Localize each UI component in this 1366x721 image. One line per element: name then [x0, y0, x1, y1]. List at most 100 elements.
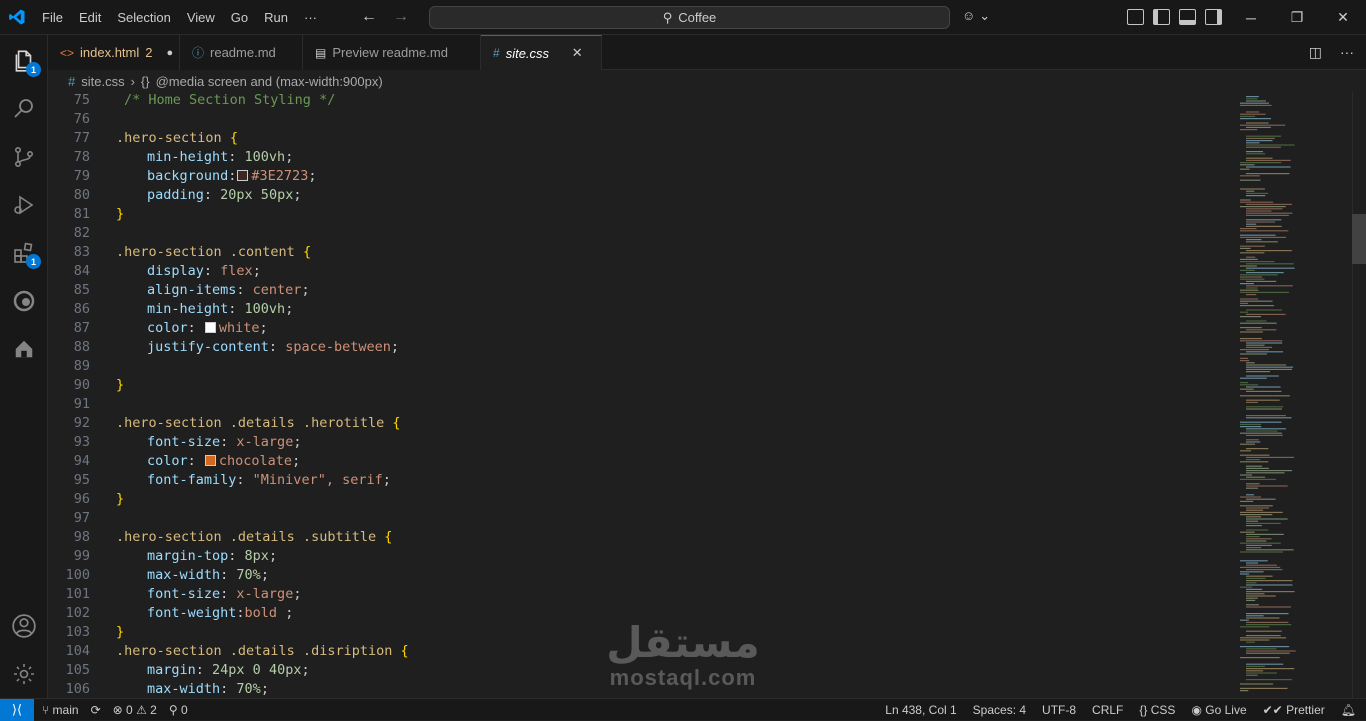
code-line[interactable]: 85 align-items: center;	[48, 281, 1232, 300]
code-line[interactable]: 87 color: white;	[48, 319, 1232, 338]
code-editor[interactable]: 75 /* Home Section Styling */ 76 77 .hero-se…	[48, 92, 1232, 698]
scrollbar-thumb[interactable]	[1352, 214, 1366, 264]
customize-layout-icon[interactable]	[1127, 9, 1144, 25]
code-line[interactable]: 100 max-width: 70%;	[48, 566, 1232, 585]
code-line[interactable]: 96}	[48, 490, 1232, 509]
copilot-menu[interactable]: ☺ ⌄	[962, 8, 990, 24]
toggle-panel-icon[interactable]	[1179, 9, 1196, 25]
minimap[interactable]	[1232, 92, 1352, 698]
forward-arrow-icon[interactable]: →	[391, 8, 411, 26]
css-property: color	[147, 453, 188, 469]
minimap-line	[1246, 351, 1284, 353]
code-line[interactable]: 94 color: chocolate;	[48, 452, 1232, 471]
menu-item-4[interactable]: Go	[223, 0, 256, 35]
menu-item-5[interactable]: Run	[256, 0, 296, 35]
menu-item-1[interactable]: Edit	[71, 0, 109, 35]
braces-icon: {}	[1139, 703, 1148, 717]
code-line[interactable]: 84 display: flex;	[48, 262, 1232, 281]
code-line[interactable]: 97	[48, 509, 1232, 528]
split-editor-icon[interactable]: ◫	[1309, 44, 1322, 61]
css-property: min-height	[147, 149, 229, 165]
menu-item-3[interactable]: View	[179, 0, 223, 35]
run-debug-icon[interactable]	[0, 181, 48, 229]
search-view-icon[interactable]	[0, 85, 48, 133]
code-line[interactable]: 86 min-height: 100vh;	[48, 300, 1232, 319]
tab-readme-md[interactable]: ⓘ readme.md	[180, 35, 303, 70]
source-control-icon[interactable]	[0, 133, 48, 181]
close-tab-icon[interactable]: ✕	[572, 45, 583, 61]
tab-preview-readme[interactable]: ▤ Preview readme.md	[303, 35, 481, 70]
nav-arrows: ← →	[359, 8, 411, 26]
unsaved-dot-icon[interactable]: ●	[167, 47, 174, 59]
go-live-button[interactable]: ◉ Go Live	[1191, 703, 1246, 717]
color-swatch-icon[interactable]	[204, 322, 216, 333]
minimize-icon[interactable]: ─	[1228, 0, 1274, 35]
edge-devtools-icon[interactable]	[0, 277, 48, 325]
code-line[interactable]: 75 /* Home Section Styling */	[48, 92, 1232, 110]
remote-indicator-icon[interactable]: ⟩⟨	[0, 698, 34, 721]
code-line[interactable]: 80 padding: 20px 50px;	[48, 186, 1232, 205]
toggle-secondary-sidebar-icon[interactable]	[1205, 9, 1222, 25]
code-line[interactable]: 92 .hero-section .details .herotitle {	[48, 414, 1232, 433]
minimap-line	[1246, 593, 1265, 595]
menu-item-0[interactable]: File	[34, 0, 71, 35]
language-mode[interactable]: {} CSS	[1139, 703, 1175, 717]
command-center-search[interactable]: ⚲ Coffee	[429, 6, 950, 29]
vertical-scrollbar[interactable]	[1352, 92, 1366, 698]
tab-site-css[interactable]: # site.css ✕	[481, 35, 602, 70]
code-line[interactable]: 95 font-family: "Miniver", serif;	[48, 471, 1232, 490]
prettier-status[interactable]: ✔✔ Prettier	[1263, 703, 1325, 717]
code-line[interactable]: 101 font-size: x-large;	[48, 585, 1232, 604]
code-line[interactable]: 90}	[48, 376, 1232, 395]
code-line[interactable]: 98 .hero-section .details .subtitle {	[48, 528, 1232, 547]
minimap-line	[1240, 432, 1283, 434]
line-ending[interactable]: CRLF	[1092, 703, 1123, 717]
settings-gear-icon[interactable]	[0, 650, 48, 698]
cursor-position[interactable]: Ln 438, Col 1	[885, 703, 956, 717]
menu-item-2[interactable]: Selection	[109, 0, 178, 35]
breadcrumb-symbol[interactable]: @media screen and (max-width:900px)	[156, 74, 383, 89]
color-swatch-icon[interactable]	[204, 455, 216, 466]
notifications-bell-icon[interactable]: 🔔︎	[1341, 703, 1356, 717]
remote-explorer-icon[interactable]	[0, 325, 48, 373]
sync-icon[interactable]: ⟳	[91, 703, 101, 717]
semicolon: ;	[293, 434, 302, 450]
code-line[interactable]: 93 font-size: x-large;	[48, 433, 1232, 452]
back-arrow-icon[interactable]: ←	[359, 8, 379, 26]
minimap-line	[1240, 542, 1281, 544]
menu-item-6[interactable]: ···	[296, 0, 325, 35]
code-line[interactable]: 82	[48, 224, 1232, 243]
ports-status[interactable]: ⚲ 0	[169, 703, 188, 717]
toggle-sidebar-icon[interactable]	[1153, 9, 1170, 25]
tab-index-html[interactable]: <> index.html 2 ●	[48, 35, 180, 70]
css-value: 8px	[244, 548, 269, 564]
indentation[interactable]: Spaces: 4	[973, 703, 1026, 717]
code-line[interactable]: 89	[48, 357, 1232, 376]
account-icon[interactable]	[0, 602, 48, 650]
extensions-icon[interactable]: 1	[0, 229, 48, 277]
problems-status[interactable]: ⊗ 0 ⚠ 2	[113, 703, 157, 717]
encoding[interactable]: UTF-8	[1042, 703, 1076, 717]
explorer-icon[interactable]: 1	[0, 37, 48, 85]
line-number: 85	[73, 282, 90, 298]
code-line[interactable]: 76	[48, 110, 1232, 129]
restore-icon[interactable]: ❐	[1274, 0, 1320, 35]
breadcrumb-file[interactable]: site.css	[81, 74, 124, 89]
code-line[interactable]: 91	[48, 395, 1232, 414]
branch-status[interactable]: ⑂ main	[42, 703, 79, 717]
color-swatch-icon[interactable]	[237, 170, 249, 181]
code-line[interactable]: 81}	[48, 205, 1232, 224]
minimap-line	[1246, 153, 1266, 155]
minimap-line	[1240, 102, 1269, 104]
code-line[interactable]: 77 .hero-section {	[48, 129, 1232, 148]
code-line[interactable]: 88 justify-content: space-between;	[48, 338, 1232, 357]
minimap-line	[1240, 360, 1250, 362]
more-actions-icon[interactable]: ···	[1340, 44, 1354, 61]
code-line[interactable]: 79 background: #3E2723;	[48, 167, 1232, 186]
tab-label: Preview readme.md	[332, 45, 448, 60]
close-window-icon[interactable]: ✕	[1320, 0, 1366, 35]
close-brace: }	[116, 491, 125, 507]
code-line[interactable]: 78 min-height: 100vh;	[48, 148, 1232, 167]
code-line[interactable]: 99 margin-top: 8px;	[48, 547, 1232, 566]
code-line[interactable]: 83 .hero-section .content {	[48, 243, 1232, 262]
